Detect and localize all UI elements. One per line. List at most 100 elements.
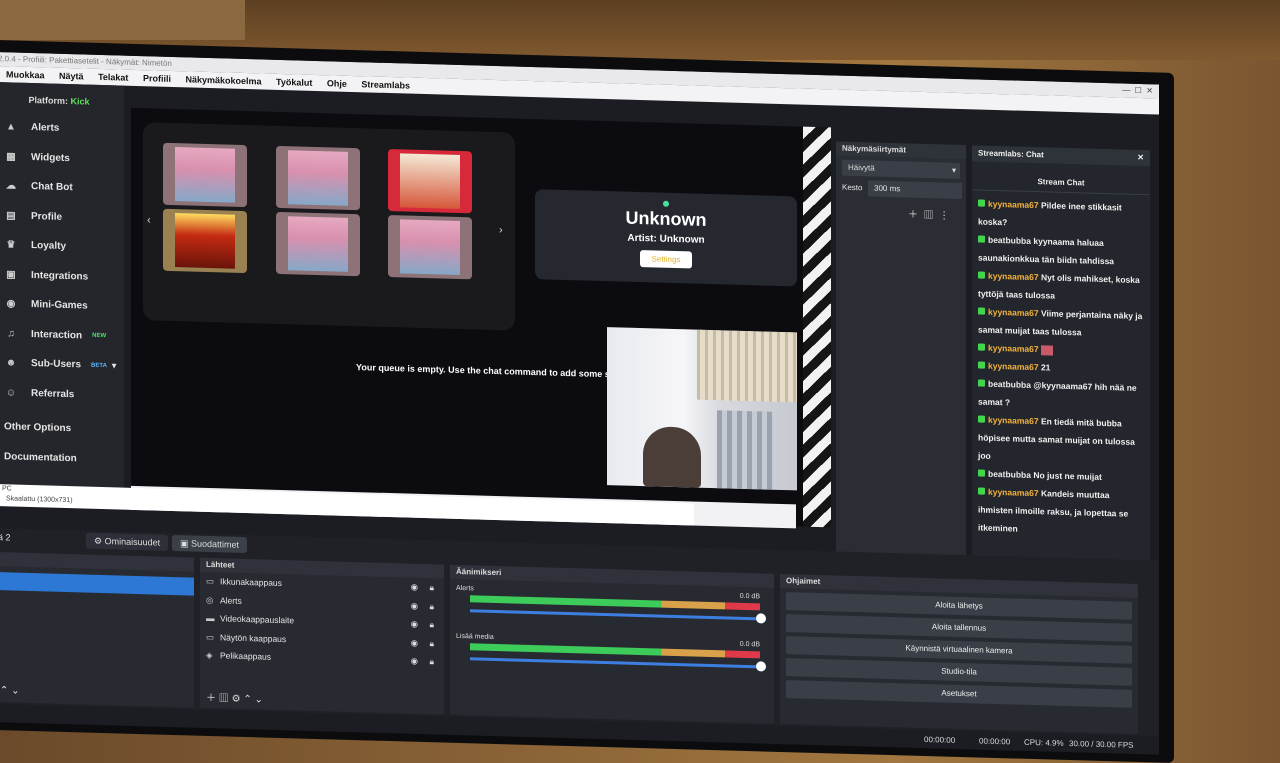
scene-label: ä 2 [0, 532, 11, 543]
chat-user[interactable]: kyynaama67 [988, 415, 1039, 426]
sidebar-item-label: Referrals [31, 387, 75, 400]
chat-user[interactable]: kyynaama67 [988, 307, 1039, 318]
sidebar-item-referrals[interactable]: ☺ Referrals [0, 378, 124, 411]
chat-user[interactable]: kyynaama67 [988, 487, 1039, 498]
slider-knob[interactable] [756, 661, 766, 672]
sidebar-item-loyalty[interactable]: ♛ Loyalty [0, 230, 124, 263]
menu-muokkaa[interactable]: Muokkaa [6, 69, 45, 80]
chevron-up-icon[interactable]: ⌃ [0, 685, 8, 696]
chat-user[interactable]: kyynaama67 [988, 271, 1039, 282]
lock-icon[interactable]: 🔒︎ [429, 634, 434, 653]
eye-icon[interactable]: ◉ [411, 596, 418, 615]
eye-icon[interactable]: ◉ [411, 615, 418, 634]
scale-label[interactable]: Skaalattu (1300x731) [6, 495, 73, 504]
menu-nayta[interactable]: Näytä [59, 71, 84, 82]
more-icon[interactable]: ⋮ [939, 210, 949, 221]
scene-selected-row[interactable] [0, 572, 194, 596]
artist-line: Artist: Unknown [535, 230, 797, 248]
emote-icon [1040, 344, 1053, 356]
volume-slider[interactable] [470, 609, 766, 624]
chat-dock: Streamlabs: Chat ✕ Stream Chat kyynaama67… [972, 145, 1150, 597]
tab-filters[interactable]: ▣ Suodattimet [172, 534, 248, 554]
sidebar-item-profile[interactable]: ▤ Profile [0, 201, 124, 234]
profile-icon: ▤ [6, 210, 16, 222]
sidebar-item-alerts[interactable]: ▲ Alerts [0, 112, 124, 145]
tab-properties[interactable]: ⚙ Ominaisuudet [86, 532, 169, 551]
eye-icon[interactable]: ◉ [411, 652, 418, 671]
add-icon[interactable]: ＋ [908, 210, 918, 221]
album-tile[interactable] [163, 142, 247, 208]
source-label: Näytön kaappaus [220, 631, 287, 644]
sidebar-item-label: Loyalty [31, 240, 67, 253]
chat-text: No just ne muijat [1033, 470, 1102, 482]
eye-icon[interactable]: ◉ [411, 578, 418, 597]
menu-telakat[interactable]: Telakat [98, 72, 128, 83]
webcam-curtain [717, 410, 773, 490]
volume-slider[interactable] [470, 657, 766, 672]
slider-knob[interactable] [756, 613, 766, 624]
source-label: Pelikaappaus [220, 650, 272, 662]
menu-tyokalut[interactable]: Työkalut [276, 77, 312, 88]
gear-icon: ⚙ [94, 535, 105, 547]
album-tile[interactable] [276, 211, 360, 277]
channel-db: 0.0 dB [739, 592, 760, 601]
sidebar-item-sub-users[interactable]: ☻ Sub-Users BETA ▼ [0, 348, 124, 381]
platform-indicator: Platform: Kick [0, 94, 124, 108]
chat-user[interactable]: kyynaama67 [988, 343, 1039, 354]
lock-icon[interactable]: 🔒︎ [429, 652, 434, 671]
tab-filters-label: Suodattimet [191, 538, 240, 550]
menu-ohje[interactable]: Ohje [327, 78, 347, 89]
eye-icon[interactable]: ◉ [411, 633, 418, 652]
menu-streamlabs[interactable]: Streamlabs [361, 79, 410, 90]
chat-user[interactable]: beatbubba [988, 469, 1031, 480]
beta-badge: BETA [91, 362, 107, 369]
sidebar-item-widgets[interactable]: ▦ Widgets [0, 142, 124, 175]
trash-icon[interactable]: ▥ [219, 693, 229, 704]
sidebar-item-chat-bot[interactable]: ☁ Chat Bot [0, 171, 124, 204]
camera-icon: ▬ [206, 612, 215, 624]
window-controls[interactable]: — ☐ ✕ [1122, 84, 1153, 99]
album-tile[interactable] [388, 215, 472, 280]
chat-user[interactable]: beatbubba [988, 235, 1031, 246]
album-tile[interactable] [388, 149, 472, 214]
trash-icon[interactable]: ▥ [924, 210, 934, 221]
carousel-next-icon[interactable]: › [499, 224, 503, 236]
chat-user[interactable]: kyynaama67 [988, 361, 1039, 372]
lock-icon[interactable]: 🔒︎ [429, 615, 434, 634]
chevron-down-icon[interactable]: ⌄ [11, 685, 19, 696]
chevron-down-icon[interactable]: ⌄ [254, 694, 262, 705]
sidebar-item-interaction[interactable]: ♫ Interaction NEW [0, 319, 124, 352]
sources-dock: Lähteet ▭ Ikkunakaappaus ◉ 🔒︎ ◎ Alerts ◉ 🔒︎ ▬ V… [200, 557, 444, 715]
lock-icon[interactable]: 🔒︎ [429, 578, 434, 597]
preview-canvas[interactable]: ‹ › Unknown Artist: Unknown Settings You… [131, 107, 831, 529]
carousel-prev-icon[interactable]: ‹ [147, 214, 151, 226]
album-tile[interactable] [276, 145, 360, 211]
chevron-down-icon[interactable]: ▼ [110, 361, 118, 370]
settings-button[interactable]: Settings [639, 250, 693, 269]
chat-title-text: Streamlabs: Chat [978, 148, 1044, 160]
source-label: Alerts [220, 594, 242, 606]
gear-icon[interactable]: ⚙ [232, 694, 241, 705]
chat-user[interactable]: beatbubba [988, 379, 1031, 390]
sidebar-item-label: Mini-Games [31, 299, 88, 312]
transition-select[interactable]: Häivytä ▾ [842, 159, 960, 179]
album-tile[interactable] [163, 208, 247, 274]
pc-label: PC [2, 485, 12, 493]
album-art [175, 213, 235, 269]
sidebar-item-mini-games[interactable]: ◉ Mini-Games [0, 289, 124, 322]
album-carousel: ‹ › [143, 122, 515, 331]
lock-icon[interactable]: 🔒︎ [429, 597, 434, 616]
sidebar-item-documentation[interactable]: Documentation [0, 442, 124, 475]
close-icon[interactable]: ✕ [1137, 150, 1144, 166]
album-art [400, 219, 460, 276]
chevron-up-icon[interactable]: ⌃ [243, 694, 251, 705]
duration-input[interactable]: 300 ms [868, 180, 962, 200]
menu-nakymakokoelma[interactable]: Näkymäkokoelma [185, 74, 261, 86]
duration-row: Kesto 300 ms [842, 180, 962, 200]
add-icon[interactable]: ＋ [206, 693, 216, 704]
menu-profiili[interactable]: Profiili [143, 73, 171, 84]
chat-user[interactable]: kyynaama67 [988, 199, 1039, 210]
alert-icon: ▲ [6, 121, 16, 133]
sidebar-item-label: Interaction [31, 328, 83, 342]
sidebar-item-integrations[interactable]: ▣ Integrations [0, 260, 124, 293]
